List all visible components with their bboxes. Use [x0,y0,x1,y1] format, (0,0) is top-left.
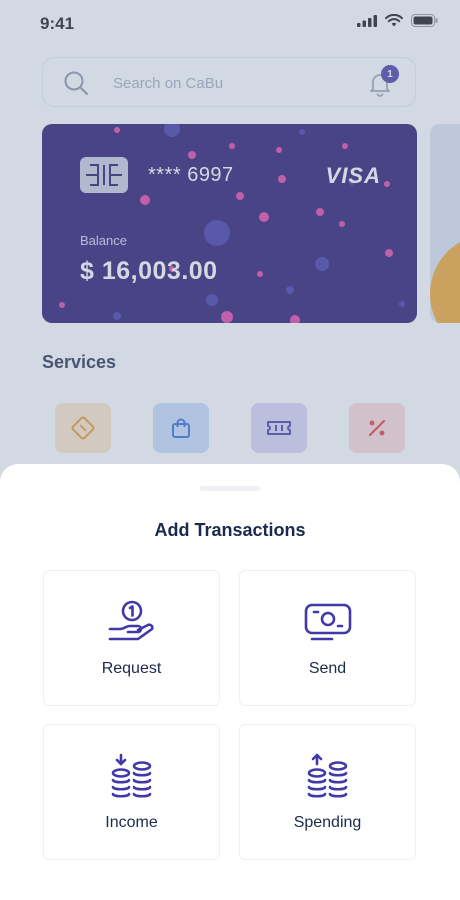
send-button[interactable]: Send [239,570,416,706]
income-button[interactable]: Income [43,724,220,860]
hand-coin-icon [108,600,154,641]
coins-arrow-up-icon [307,753,347,798]
banknote-icon [304,603,351,641]
coins-arrow-down-icon [111,753,151,798]
request-button[interactable]: Request [43,570,220,706]
request-label: Request [101,660,162,677]
income-label: Income [105,814,158,831]
send-label: Send [308,660,347,677]
sheet-title: Add Transactions [154,520,306,540]
sheet-drag-handle[interactable] [200,486,260,491]
spending-button[interactable]: Spending [239,724,416,860]
home-screen: 9:41 1 [0,0,460,900]
add-transactions-sheet: Add Transactions Request Send Income Spe… [0,464,460,900]
spending-label: Spending [293,814,362,831]
